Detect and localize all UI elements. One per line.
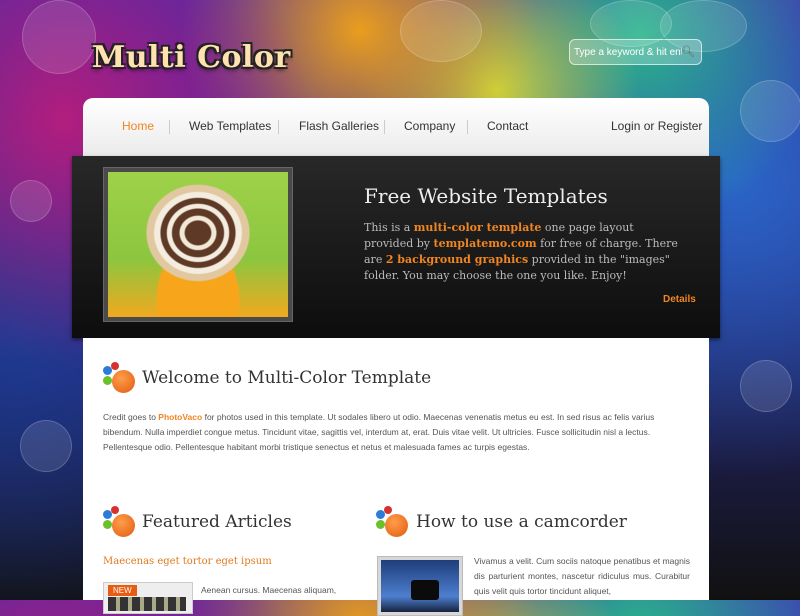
banner-photo [103, 167, 293, 322]
nav-divider [384, 120, 385, 134]
nav-item-home[interactable]: Home [122, 119, 154, 133]
featured-article-excerpt: Aenean cursus. Maecenas aliquam, [201, 585, 337, 595]
featured-article-link[interactable]: Maecenas eget tortor eget ipsum [103, 556, 272, 567]
main-content: Welcome to Multi-Color Template Credit g… [83, 338, 709, 616]
main-nav: Home Web Templates Flash Galleries Compa… [83, 98, 709, 156]
welcome-title: Welcome to Multi-Color Template [142, 368, 432, 388]
featured-articles-title: Featured Articles [142, 512, 292, 532]
search-icon[interactable]: 🔍︎ [681, 45, 695, 59]
bokeh-decoration [10, 180, 52, 222]
camcorder-thumbnail[interactable] [377, 556, 463, 616]
camcorder-image [381, 560, 459, 612]
bokeh-decoration [740, 360, 792, 412]
login-register-link[interactable]: Login or Register [611, 119, 702, 133]
multicolor-dots-icon [103, 506, 135, 538]
photovaco-link[interactable]: PhotoVaco [158, 412, 202, 422]
new-badge: NEW [108, 585, 137, 596]
bokeh-decoration [20, 420, 72, 472]
nav-item-contact[interactable]: Contact [487, 119, 528, 133]
banner-highlight: multi-color template [413, 221, 542, 234]
bokeh-decoration [22, 0, 96, 74]
details-link[interactable]: Details [663, 294, 696, 305]
search-box: 🔍︎ [569, 39, 702, 65]
nav-divider [278, 120, 279, 134]
nav-item-web-templates[interactable]: Web Templates [189, 119, 271, 133]
bokeh-decoration [400, 0, 482, 62]
site-logo[interactable]: Multi Color [92, 40, 291, 75]
nav-divider [169, 120, 170, 134]
nav-divider [467, 120, 468, 134]
search-input[interactable] [574, 43, 682, 61]
thumbnail-image [108, 597, 186, 611]
multicolor-dots-icon [376, 506, 408, 538]
camcorder-title: How to use a camcorder [416, 512, 627, 532]
templatemo-link[interactable]: templatemo.com [434, 237, 537, 250]
welcome-text: Credit goes to PhotoVaco for photos used… [103, 412, 655, 452]
banner-text: This is a multi-color template one page … [364, 221, 678, 282]
banner-title: Free Website Templates [364, 184, 608, 208]
article-thumbnail[interactable]: NEW [103, 582, 193, 614]
banner-highlight: 2 background graphics [385, 253, 529, 266]
nav-item-flash-galleries[interactable]: Flash Galleries [299, 119, 379, 133]
featured-banner: Free Website Templates This is a multi-c… [72, 156, 720, 338]
coffee-cup-image [108, 172, 288, 317]
nav-item-company[interactable]: Company [404, 119, 455, 133]
bokeh-decoration [740, 80, 800, 142]
multicolor-dots-icon [103, 362, 135, 394]
camcorder-text: Vivamus a velit. Cum sociis natoque pena… [474, 556, 690, 596]
